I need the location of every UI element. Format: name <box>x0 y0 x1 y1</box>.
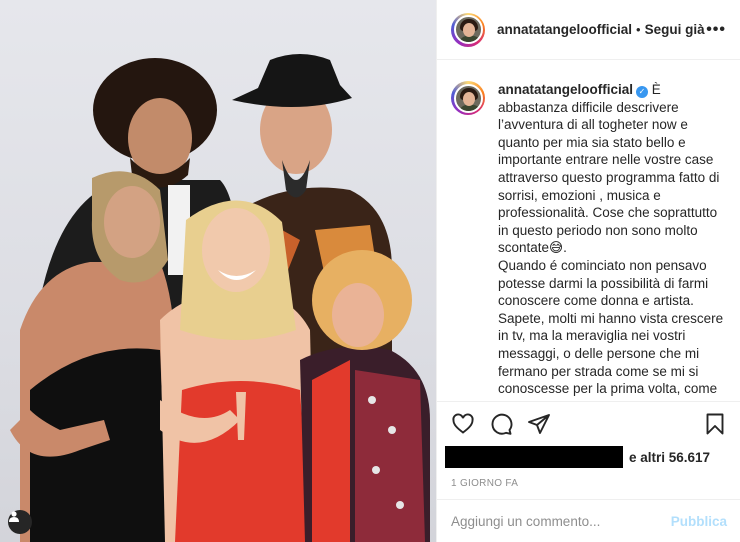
speech-bubble-icon[interactable] <box>489 412 513 436</box>
header-separator: • <box>636 22 641 37</box>
post-actions-section: e altri 56.617 1 GIORNO FA <box>437 401 740 489</box>
comment-input[interactable] <box>451 513 651 529</box>
post-header: annatatangeloofficial • Segui già ••• <box>437 0 740 60</box>
tagged-users-button[interactable] <box>8 510 32 534</box>
caption-text-block: annatatangeloofficial ✓ È abbastanza diff… <box>498 81 727 401</box>
following-button[interactable]: Segui già <box>645 22 705 37</box>
post-timestamp[interactable]: 1 GIORNO FA <box>437 468 740 489</box>
publish-button[interactable]: Pubblica <box>671 514 727 529</box>
person-patterned-jacket-woman <box>300 250 430 542</box>
post-side-panel: annatatangeloofficial • Segui già ••• an… <box>436 0 740 542</box>
caption-body: È abbastanza difficile descrivere l’avve… <box>498 82 724 401</box>
likes-row: e altri 56.617 <box>437 446 740 468</box>
more-dots-icon[interactable]: ••• <box>706 21 726 39</box>
post-caption: annatatangeloofficial ✓ È abbastanza diff… <box>437 61 740 401</box>
action-bar <box>437 402 740 446</box>
heart-icon[interactable] <box>451 412 475 436</box>
verified-badge-icon: ✓ <box>636 86 649 98</box>
caption-username[interactable]: annatatangeloofficial <box>498 82 633 97</box>
bookmark-icon[interactable] <box>703 412 727 436</box>
caption-avatar[interactable] <box>451 81 485 115</box>
likes-count[interactable]: e altri 56.617 <box>629 450 710 465</box>
header-username[interactable]: annatatangeloofficial <box>497 22 632 37</box>
comment-form: Pubblica <box>437 499 740 542</box>
redacted-liker-name <box>445 446 623 468</box>
person-icon <box>9 511 19 522</box>
group-photo-illustration <box>10 54 430 542</box>
person-black-dress-woman <box>10 171 175 542</box>
profile-avatar[interactable] <box>451 12 485 47</box>
post-photo[interactable] <box>0 0 436 542</box>
paper-plane-icon[interactable] <box>527 412 551 436</box>
